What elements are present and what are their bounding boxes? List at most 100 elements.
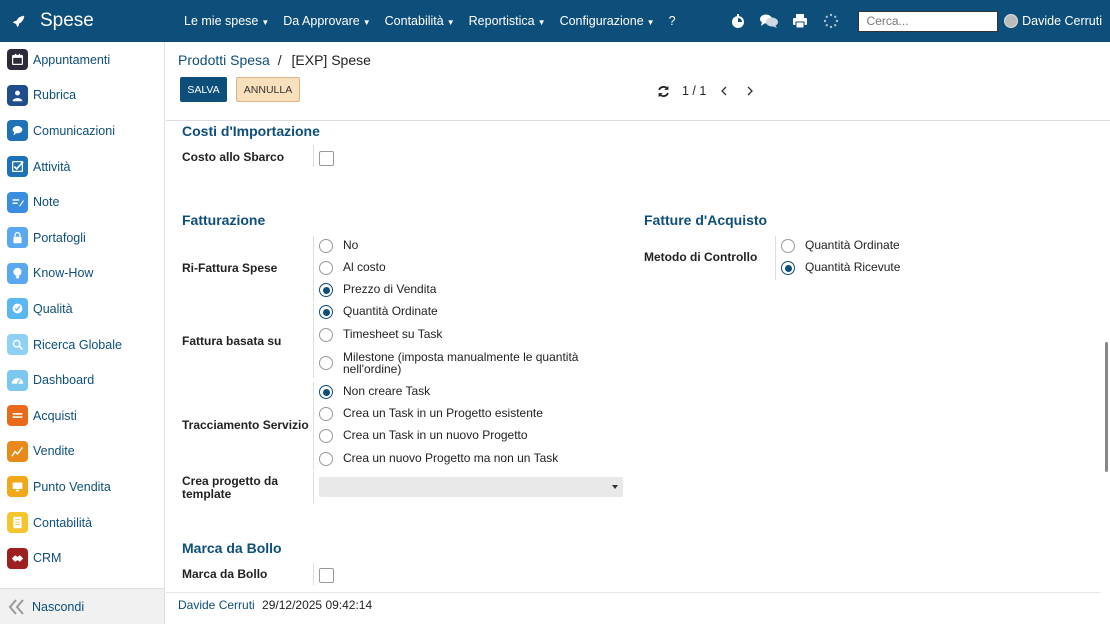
- sidebar-item-dashboard[interactable]: Dashboard: [0, 362, 164, 398]
- radio-button[interactable]: [319, 261, 333, 275]
- section-title-fatturazione: Fatturazione: [182, 212, 266, 228]
- sidebar-hide-button[interactable]: Nascondi: [0, 588, 164, 624]
- radio-rifattura-al-costo[interactable]: Al costo: [319, 261, 386, 275]
- refresh-icon[interactable]: [657, 85, 670, 98]
- radio-button[interactable]: [319, 239, 333, 253]
- menu-reportistica[interactable]: Reportistica ▼: [469, 14, 546, 28]
- contacts-icon: [7, 84, 28, 106]
- footer-user-link[interactable]: Davide Cerruti: [178, 598, 255, 612]
- field-divider: [313, 382, 314, 470]
- label-line2: template: [182, 487, 232, 501]
- sidebar-item-vendite[interactable]: Vendite: [0, 434, 164, 470]
- radio-rifattura-no[interactable]: No: [319, 239, 358, 253]
- radio-button[interactable]: [319, 356, 333, 370]
- sidebar: Appuntamenti Rubrica Comunicazioni Attività…: [0, 42, 165, 624]
- chat-icon: [7, 120, 28, 142]
- sidebar-item-note[interactable]: Note: [0, 184, 164, 220]
- section-title-marca-bollo: Marca da Bollo: [182, 540, 282, 556]
- sidebar-item-rubrica[interactable]: Rubrica: [0, 78, 164, 114]
- cancel-button[interactable]: ANNULLA: [236, 77, 300, 102]
- radio-metodo-quantita-ricevute[interactable]: Quantità Ricevute: [781, 261, 900, 275]
- radio-rifattura-prezzo-vendita[interactable]: Prezzo di Vendita: [319, 283, 436, 297]
- caret-down-icon: ▼: [362, 18, 371, 27]
- sidebar-item-label: Contabilità: [33, 515, 93, 530]
- sidebar-item-comunicazioni[interactable]: Comunicazioni: [0, 113, 164, 149]
- radio-tracciamento-progetto-esistente[interactable]: Crea un Task in un Progetto esistente: [319, 407, 543, 421]
- field-divider: [775, 236, 776, 280]
- sidebar-item-portafogli[interactable]: Portafogli: [0, 220, 164, 256]
- field-divider: [313, 236, 314, 302]
- radio-tracciamento-solo-progetto[interactable]: Crea un nuovo Progetto ma non un Task: [319, 452, 558, 466]
- radio-metodo-quantita-ordinate[interactable]: Quantità Ordinate: [781, 239, 900, 253]
- menu-da-approvare[interactable]: Da Approvare ▼: [283, 14, 370, 28]
- sidebar-item-ricerca-globale[interactable]: Ricerca Globale: [0, 327, 164, 363]
- breadcrumb-parent-link[interactable]: Prodotti Spesa: [178, 52, 270, 68]
- label-tracciamento-servizio: Tracciamento Servizio: [182, 418, 309, 432]
- sidebar-item-qualit[interactable]: Qualità: [0, 291, 164, 327]
- app-brand[interactable]: Spese: [0, 10, 165, 32]
- project-template-select[interactable]: [319, 477, 623, 497]
- pos-icon: [7, 476, 28, 498]
- radio-button[interactable]: [319, 407, 333, 421]
- radio-button[interactable]: [319, 452, 333, 466]
- radio-button[interactable]: [781, 239, 795, 253]
- radio-basata-quantita-ordinate[interactable]: Quantità Ordinate: [319, 305, 438, 319]
- radio-button[interactable]: [319, 328, 333, 342]
- menu-label: Le mie spese: [184, 14, 259, 28]
- menu-configurazione[interactable]: Configurazione ▼: [560, 14, 655, 28]
- menu-label: Reportistica: [468, 14, 535, 28]
- save-button[interactable]: SALVA: [180, 77, 227, 102]
- radio-label: Timesheet su Task: [343, 327, 443, 341]
- radio-button[interactable]: [319, 283, 333, 297]
- top-icons: Cerca...: [728, 10, 998, 32]
- user-menu[interactable]: Davide Cerruti: [1004, 0, 1102, 42]
- radio-button[interactable]: [319, 385, 333, 399]
- sidebar-item-know-how[interactable]: Know-How: [0, 256, 164, 292]
- sidebar-item-contabilit[interactable]: Contabilità: [0, 505, 164, 541]
- global-search-input[interactable]: Cerca...: [857, 10, 998, 32]
- sheet-separator: [166, 120, 1110, 121]
- radio-basata-milestone[interactable]: Milestone (imposta manualmente le quanti…: [319, 351, 578, 375]
- sidebar-item-crm[interactable]: CRM: [0, 540, 164, 576]
- loading-spinner-icon: [821, 11, 841, 31]
- radio-label: No: [343, 238, 359, 252]
- radio-label: Al costo: [343, 260, 386, 274]
- radio-basata-timesheet[interactable]: Timesheet su Task: [319, 328, 442, 342]
- menu-help[interactable]: ?: [669, 14, 676, 28]
- pager-value: 1 / 1: [682, 84, 707, 98]
- sidebar-item-label: Punto Vendita: [33, 479, 111, 494]
- search-icon: [7, 334, 28, 356]
- radio-label: Quantità Ricevute: [805, 260, 901, 274]
- radio-tracciamento-nuovo-progetto[interactable]: Crea un Task in un nuovo Progetto: [319, 429, 528, 443]
- sidebar-item-punto-vendita[interactable]: Punto Vendita: [0, 469, 164, 505]
- chevron-left-icon[interactable]: [720, 86, 728, 96]
- timer-icon[interactable]: [728, 11, 748, 31]
- check-icon: [7, 156, 28, 178]
- chat-icon[interactable]: [759, 11, 779, 31]
- sidebar-item-attivit[interactable]: Attività: [0, 149, 164, 185]
- breadcrumb-current: [EXP] Spese: [291, 52, 371, 68]
- radio-label: Crea un Task in un nuovo Progetto: [343, 428, 528, 442]
- menu-contabilita[interactable]: Contabilità ▼: [385, 14, 455, 28]
- lock-icon: [7, 227, 28, 249]
- content-scrollbar[interactable]: [1105, 342, 1108, 472]
- sidebar-item-label: Appuntamenti: [33, 52, 111, 67]
- section-title-fatture-acquisto: Fatture d'Acquisto: [644, 212, 768, 228]
- radio-button[interactable]: [319, 305, 333, 319]
- sidebar-item-label: Ricerca Globale: [33, 337, 122, 352]
- avatar: [1004, 14, 1019, 28]
- menu-le-mie-spese[interactable]: Le mie spese ▼: [184, 14, 269, 28]
- sidebar-item-acquisti[interactable]: Acquisti: [0, 398, 164, 434]
- print-icon[interactable]: [790, 11, 810, 31]
- radio-tracciamento-non-creare[interactable]: Non creare Task: [319, 385, 430, 399]
- sidebar-item-appuntamenti[interactable]: Appuntamenti: [0, 42, 164, 78]
- menu-label: Configurazione: [559, 14, 644, 28]
- chevron-right-icon[interactable]: [746, 86, 754, 96]
- caret-down-icon: ▼: [446, 18, 455, 27]
- breadcrumb: Prodotti Spesa / [EXP] Spese: [178, 52, 371, 68]
- double-chevron-left-icon: [8, 598, 24, 615]
- costo-sbarco-checkbox[interactable]: [319, 151, 334, 166]
- radio-button[interactable]: [781, 261, 795, 275]
- radio-button[interactable]: [319, 429, 333, 443]
- marca-bollo-checkbox[interactable]: [319, 568, 334, 583]
